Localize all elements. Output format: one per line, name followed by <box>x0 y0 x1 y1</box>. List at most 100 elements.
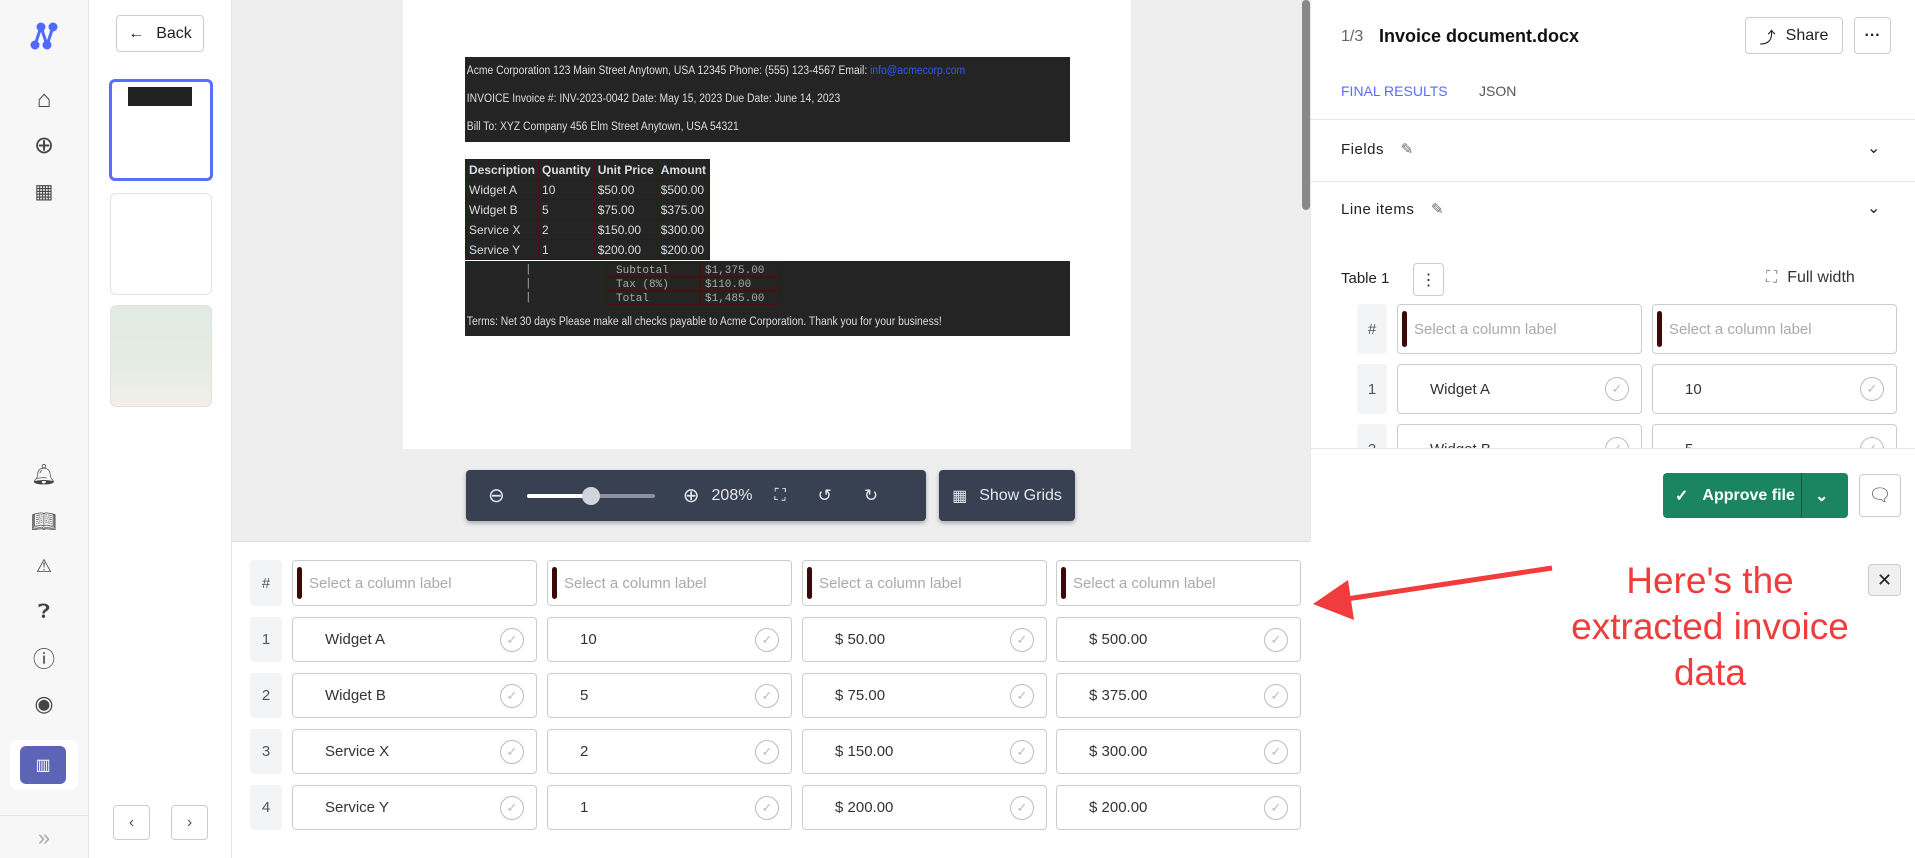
total-row: Tax (8%) $110.00 <box>605 277 780 291</box>
tab-final-results[interactable]: FINAL RESULTS <box>1341 83 1448 99</box>
building-icon[interactable]: ▥ <box>20 746 66 784</box>
show-grids-button[interactable]: ▦ Show Grids <box>939 470 1075 521</box>
check-circle-icon[interactable]: ✓ <box>755 627 779 652</box>
cell-input[interactable]: 2 ✓ <box>547 729 792 774</box>
column-label-select[interactable]: Select a column label <box>1397 304 1642 354</box>
book-icon[interactable]: 📖︎ <box>28 505 60 537</box>
document-page: Acme Corporation 123 Main Street Anytown… <box>403 0 1131 449</box>
cell-input[interactable]: $ 200.00 ✓ <box>1056 785 1301 830</box>
check-circle-icon[interactable]: ✓ <box>1264 683 1288 708</box>
check-circle-icon[interactable]: ✓ <box>1010 795 1034 820</box>
bell-icon[interactable]: 🔔︎ <box>28 458 60 490</box>
back-button[interactable]: ← Back <box>116 15 204 52</box>
column-label-select[interactable]: Select a column label <box>547 560 792 606</box>
cell-input[interactable]: $ 200.00 ✓ <box>802 785 1047 830</box>
total-row: Subtotal $1,375.00 <box>605 263 780 277</box>
share-button[interactable]: ⤴ Share <box>1745 17 1843 54</box>
approve-file-button[interactable]: ✓ Approve file ⌄ <box>1663 473 1848 518</box>
invoice-cell: $50.00 <box>593 179 658 200</box>
line-items-section[interactable]: Line items ✎ <box>1341 200 1444 218</box>
column-label-select[interactable]: Select a column label <box>1056 560 1301 606</box>
expand-icon[interactable]: » <box>28 822 60 854</box>
check-circle-icon[interactable]: ✓ <box>755 739 779 764</box>
close-button[interactable]: ✕ <box>1868 564 1901 596</box>
table-title: Table 1 <box>1341 270 1390 287</box>
account-icon[interactable]: ◉ <box>28 688 60 720</box>
help-bubble-icon[interactable]: ❓︎ <box>28 596 60 628</box>
check-circle-icon[interactable]: ✓ <box>1010 683 1034 708</box>
more-options-button[interactable]: ··· <box>1854 17 1891 54</box>
help-circle-icon[interactable]: ⓘ <box>28 642 60 674</box>
check-circle-icon[interactable]: ✓ <box>1264 627 1288 652</box>
check-circle-icon[interactable]: ✓ <box>500 795 524 820</box>
chevron-down-icon[interactable]: ⌄ <box>1815 486 1828 506</box>
cell-input[interactable]: Widget A ✓ <box>292 617 537 662</box>
add-circle-icon[interactable]: ⊕ <box>28 129 60 161</box>
cell-input[interactable]: $ 300.00 ✓ <box>1056 729 1301 774</box>
column-label-select[interactable]: Select a column label <box>292 560 537 606</box>
zoom-level: 208% <box>711 486 753 504</box>
next-page-button[interactable]: › <box>171 805 208 840</box>
check-circle-icon[interactable]: ✓ <box>755 683 779 708</box>
chevron-down-icon[interactable]: ⌄ <box>1867 138 1880 158</box>
check-circle-icon[interactable]: ✓ <box>755 795 779 820</box>
comment-button[interactable]: 🗨︎ <box>1859 474 1901 517</box>
cell-input[interactable]: $ 150.00 ✓ <box>802 729 1047 774</box>
row-number: 1 <box>250 617 282 662</box>
fields-section[interactable]: Fields ✎ <box>1341 140 1414 158</box>
hash-header: # <box>250 560 282 606</box>
column-label-select[interactable]: Select a column label <box>1652 304 1897 354</box>
expand-icon: ⛶ <box>1766 269 1778 286</box>
row-number: 2 <box>250 673 282 718</box>
viewer-scrollbar[interactable] <box>1302 0 1310 210</box>
check-circle-icon[interactable]: ✓ <box>1010 627 1034 652</box>
chevron-down-icon[interactable]: ⌄ <box>1867 198 1880 218</box>
invoice-cell: $300.00 <box>656 219 711 240</box>
thumbnail-page-3[interactable] <box>110 305 212 407</box>
invoice-cell: Widget B <box>464 199 540 220</box>
grid-icon: ▦ <box>952 487 968 505</box>
cell-input[interactable]: 10 ✓ <box>547 617 792 662</box>
cell-input[interactable]: $ 75.00 ✓ <box>802 673 1047 718</box>
email-link[interactable]: info@acmecorp.com <box>870 65 965 77</box>
thumbnail-page-2[interactable] <box>110 193 212 295</box>
row-number: 4 <box>250 785 282 830</box>
check-circle-icon[interactable]: ✓ <box>500 739 524 764</box>
zoom-in-icon[interactable]: ⊕ <box>683 483 700 508</box>
full-width-button[interactable]: ⛶ Full width <box>1766 269 1855 287</box>
workspace-slot: ▥ <box>10 740 78 790</box>
fit-screen-icon[interactable]: ⛶ <box>774 487 785 505</box>
apps-icon[interactable]: ▦ <box>28 175 60 207</box>
prev-page-button[interactable]: ‹ <box>113 805 150 840</box>
thumbnail-page-1[interactable] <box>109 79 213 181</box>
check-circle-icon[interactable]: ✓ <box>500 683 524 708</box>
cell-input[interactable]: $ 375.00 ✓ <box>1056 673 1301 718</box>
logo-icon[interactable] <box>28 20 60 52</box>
check-circle-icon[interactable]: ✓ <box>500 627 524 652</box>
cell-input[interactable]: 5✓ <box>547 673 792 718</box>
check-circle-icon[interactable]: ✓ <box>1010 739 1034 764</box>
cell-input[interactable]: 1 ✓ <box>547 785 792 830</box>
rotate-right-icon[interactable]: ↻ <box>864 486 878 506</box>
cell-input[interactable]: $ 500.00 ✓ <box>1056 617 1301 662</box>
column-label-select[interactable]: Select a column label <box>802 560 1047 606</box>
cell-input[interactable]: 10 ✓ <box>1652 364 1897 414</box>
cell-input[interactable]: Service X ✓ <box>292 729 537 774</box>
zoom-slider[interactable] <box>526 486 655 505</box>
feedback-icon[interactable]: ⚠︎ <box>28 550 60 582</box>
cell-input[interactable]: Widget A ✓ <box>1397 364 1642 414</box>
cell-input[interactable]: Widget B✓ <box>292 673 537 718</box>
cell-input[interactable]: Widget B✓ <box>1397 424 1642 448</box>
cell-input[interactable]: Service Y ✓ <box>292 785 537 830</box>
table-menu-button[interactable]: ⋮ <box>1413 263 1444 296</box>
check-circle-icon[interactable]: ✓ <box>1264 795 1288 820</box>
invoice-items-table: Description Quantity Unit Price Amount Widge… <box>464 159 711 260</box>
cell-input[interactable]: 5✓ <box>1652 424 1897 448</box>
cell-input[interactable]: $ 50.00 ✓ <box>802 617 1047 662</box>
invoice-row: Service X 2 $150.00 $300.00 <box>464 219 711 240</box>
home-icon[interactable]: ⌂ <box>28 84 60 116</box>
zoom-out-icon[interactable]: ⊖ <box>488 483 505 508</box>
tab-json[interactable]: JSON <box>1479 83 1516 99</box>
check-circle-icon[interactable]: ✓ <box>1264 739 1288 764</box>
rotate-left-icon[interactable]: ↺ <box>818 486 832 506</box>
